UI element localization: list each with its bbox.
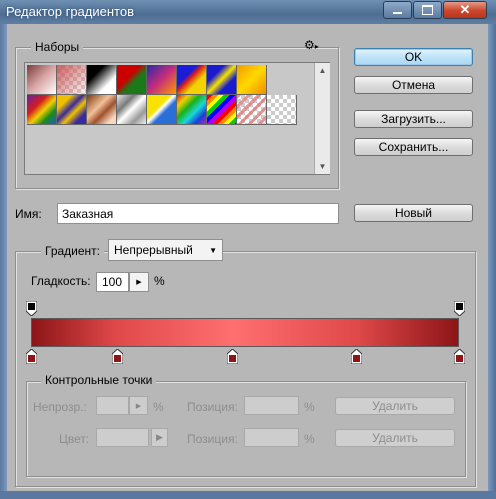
presets-label: Наборы [31,40,84,54]
gradient-bar[interactable] [31,318,459,347]
color-location-label: Позиция: [187,432,238,446]
chevron-right-icon: ▶ [135,402,142,410]
gradient-editor [23,298,467,368]
chevron-right-icon: ▶ [156,432,163,442]
close-button[interactable]: ✕ [443,1,487,19]
opacity-percent: % [153,400,164,414]
preset-swatch[interactable] [27,95,57,125]
color-label: Цвет: [59,432,90,446]
window-frame-bottom [0,491,496,499]
ok-button[interactable]: OK [354,48,473,66]
preset-swatch[interactable] [87,65,117,95]
preset-swatch[interactable] [147,95,177,125]
scroll-down-icon[interactable]: ▼ [315,162,330,171]
color-stop-marker[interactable] [25,348,38,365]
window-frame-left [0,24,7,499]
preset-swatch[interactable] [117,95,147,125]
presets-list[interactable]: ▲ ▼ [24,62,330,175]
maximize-icon [422,5,433,15]
opacity-label: Непрозр.: [33,400,87,414]
opacity-location-percent: % [304,400,315,414]
preset-swatch[interactable] [177,95,207,125]
name-label: Имя: [15,207,42,221]
minimize-icon [393,12,402,14]
opacity-stop-marker[interactable] [25,300,38,317]
gradient-type-value: Непрерывный [114,243,193,257]
color-location-percent: % [304,432,315,446]
color-stop-marker[interactable] [350,348,363,365]
preset-swatch[interactable] [57,95,87,125]
preset-swatch[interactable] [207,95,237,125]
preset-swatch[interactable] [147,65,177,95]
cancel-button[interactable]: Отмена [354,76,473,94]
preset-swatch[interactable] [207,65,237,95]
preset-swatch[interactable] [267,95,297,125]
window-title: Редактор градиентов [6,4,134,19]
delete-color-stop-button[interactable]: Удалить [335,429,455,447]
color-stepper-button[interactable]: ▶ [151,428,168,447]
gradient-type-label: Градиент: [41,244,105,258]
dialog-client: Наборы ⚙▸ ▲ ▼ OK Отмена Загрузить... Сох… [7,24,488,491]
smoothness-label: Гладкость: [31,274,91,288]
stops-group-label: Контрольные точки [41,373,157,387]
presets-scrollbar[interactable]: ▲ ▼ [314,63,330,174]
chevron-right-icon: ▶ [136,279,142,286]
maximize-button[interactable] [413,1,442,19]
presets-menu-gear-icon[interactable]: ⚙▸ [304,38,319,52]
scroll-up-icon[interactable]: ▲ [315,66,330,75]
opacity-input[interactable] [96,396,129,415]
window-frame-right [488,24,496,499]
opacity-stepper-button[interactable]: ▶ [129,396,148,415]
preset-swatch[interactable] [57,65,87,95]
smoothness-percent: % [154,274,165,288]
preset-swatch[interactable] [87,95,117,125]
load-button[interactable]: Загрузить... [354,110,473,128]
name-input[interactable]: Заказная [57,203,339,224]
opacity-location-label: Позиция: [187,400,238,414]
gradient-type-select[interactable]: Непрерывный ▼ [108,239,223,261]
preset-swatch[interactable] [117,65,147,95]
color-location-input[interactable] [244,428,299,447]
preset-swatch[interactable] [177,65,207,95]
minimize-button[interactable] [383,1,412,19]
smoothness-stepper-button[interactable]: ▶ [129,272,149,292]
color-stop-marker[interactable] [226,348,239,365]
new-button[interactable]: Новый [354,204,473,222]
delete-opacity-stop-button[interactable]: Удалить [335,397,455,415]
close-icon: ✕ [459,2,471,17]
opacity-stop-marker[interactable] [453,300,466,317]
preset-swatch[interactable] [237,65,267,95]
save-button[interactable]: Сохранить... [354,138,473,156]
preset-swatch[interactable] [237,95,267,125]
smoothness-input[interactable]: 100 [96,272,129,292]
dropdown-arrow-icon: ▼ [209,245,217,255]
color-stop-marker[interactable] [111,348,124,365]
color-swatch[interactable] [96,428,149,447]
preset-swatch[interactable] [27,65,57,95]
color-stop-marker[interactable] [453,348,466,365]
opacity-location-input[interactable] [244,396,299,415]
